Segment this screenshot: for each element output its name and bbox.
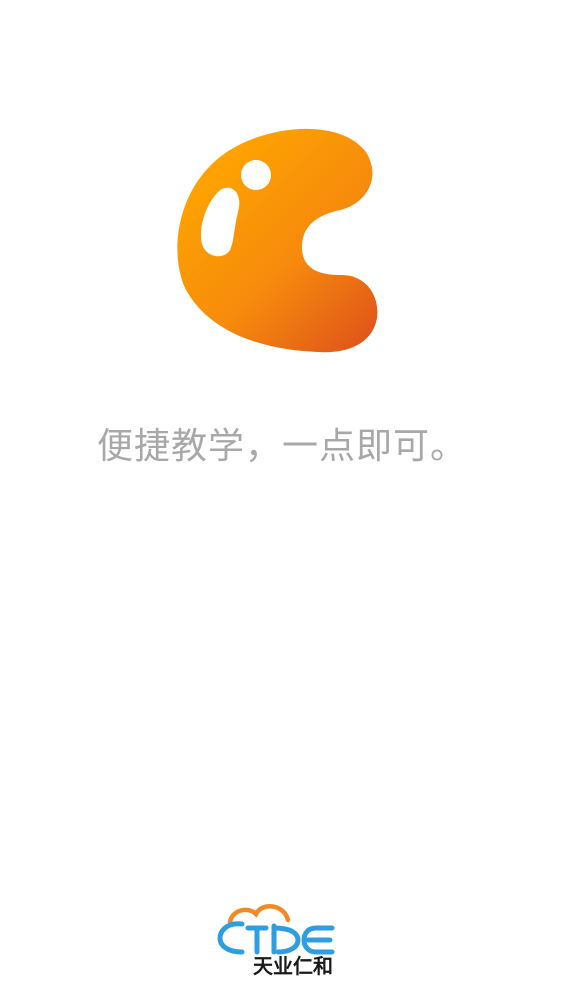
brand-logo: 天业仁和 (212, 900, 352, 982)
cloud-logo-icon (217, 904, 335, 955)
tagline-text: 便捷教学，一点即可。 (96, 426, 467, 467)
brand-name-text: 天业仁和 (253, 954, 333, 978)
splash-screen: 便捷教学，一点即可。 天业仁和 (0, 0, 564, 1002)
app-logo-icon (177, 128, 378, 353)
